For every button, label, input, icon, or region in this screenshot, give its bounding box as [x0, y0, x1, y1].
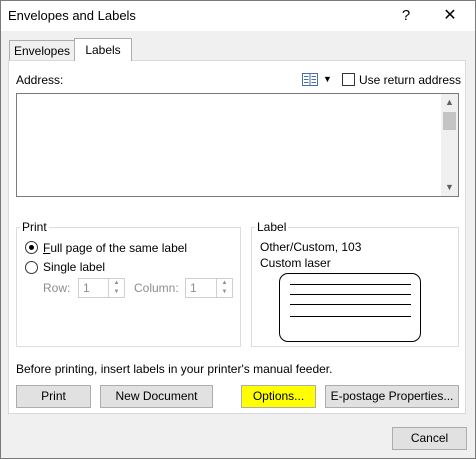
tab-envelopes[interactable]: Envelopes — [9, 40, 75, 61]
cancel-button[interactable]: Cancel — [392, 427, 467, 450]
full-page-label: Full page of the same label — [43, 241, 188, 255]
full-page-radio[interactable] — [25, 241, 38, 254]
label-preview-line — [290, 316, 411, 317]
print-button[interactable]: Print — [16, 385, 91, 408]
new-document-button[interactable]: New Document — [100, 385, 213, 408]
radio-selected-dot — [29, 245, 34, 250]
use-return-address-label: Use return address — [359, 73, 462, 87]
label-preview-line — [290, 294, 411, 295]
scroll-down-icon[interactable]: ▼ — [441, 179, 458, 196]
dialog-title: Envelopes and Labels — [8, 8, 136, 23]
label-group-title: Label — [255, 220, 289, 234]
column-spin-buttons[interactable]: ▲ ▼ — [216, 279, 232, 297]
options-button-label: Options... — [252, 389, 305, 403]
cancel-button-label: Cancel — [410, 431, 449, 445]
spin-up-icon[interactable]: ▲ — [109, 279, 124, 288]
single-label-label: Single label — [43, 260, 106, 274]
use-return-address-checkbox[interactable] — [342, 73, 355, 86]
row-label: Row: — [43, 281, 71, 295]
tab-labels[interactable]: Labels — [74, 38, 132, 61]
address-book-icon[interactable] — [302, 73, 318, 86]
tab-envelopes-label: Envelopes — [13, 44, 71, 58]
options-button[interactable]: Options... — [241, 385, 316, 408]
column-value: 1 — [190, 281, 197, 295]
print-group-title: Print — [20, 220, 49, 234]
scroll-up-icon[interactable]: ▲ — [441, 94, 458, 111]
label-vendor-text: Other/Custom, 103 — [260, 240, 362, 254]
tab-labels-label: Labels — [85, 43, 121, 57]
epostage-properties-button[interactable]: E-postage Properties... — [325, 385, 459, 408]
spin-down-icon[interactable]: ▼ — [109, 288, 124, 297]
label-preview-line — [290, 304, 411, 305]
epostage-button-label: E-postage Properties... — [330, 389, 454, 403]
row-spin-buttons[interactable]: ▲ ▼ — [108, 279, 124, 297]
new-document-button-label: New Document — [115, 389, 198, 403]
chevron-down-icon[interactable]: ▼ — [323, 74, 332, 84]
label-preview-line — [290, 284, 411, 285]
column-label: Column: — [134, 281, 179, 295]
row-value: 1 — [83, 281, 90, 295]
spin-up-icon[interactable]: ▲ — [217, 279, 232, 288]
single-label-radio[interactable] — [25, 261, 38, 274]
address-input[interactable]: ▲ ▼ — [16, 93, 459, 197]
row-spinner[interactable]: 1 ▲ ▼ — [78, 278, 125, 298]
print-button-label: Print — [41, 389, 66, 403]
close-button[interactable]: ✕ — [428, 1, 472, 31]
column-spinner[interactable]: 1 ▲ ▼ — [185, 278, 233, 298]
label-preview[interactable] — [279, 273, 421, 342]
label-type-text: Custom laser — [260, 256, 331, 270]
address-label: Address: — [16, 73, 64, 87]
address-scrollbar[interactable]: ▲ ▼ — [441, 94, 458, 196]
spin-down-icon[interactable]: ▼ — [217, 288, 232, 297]
scroll-thumb[interactable] — [443, 112, 456, 130]
help-button[interactable]: ? — [384, 1, 428, 31]
printer-instruction-text: Before printing, insert labels in your p… — [16, 362, 333, 376]
